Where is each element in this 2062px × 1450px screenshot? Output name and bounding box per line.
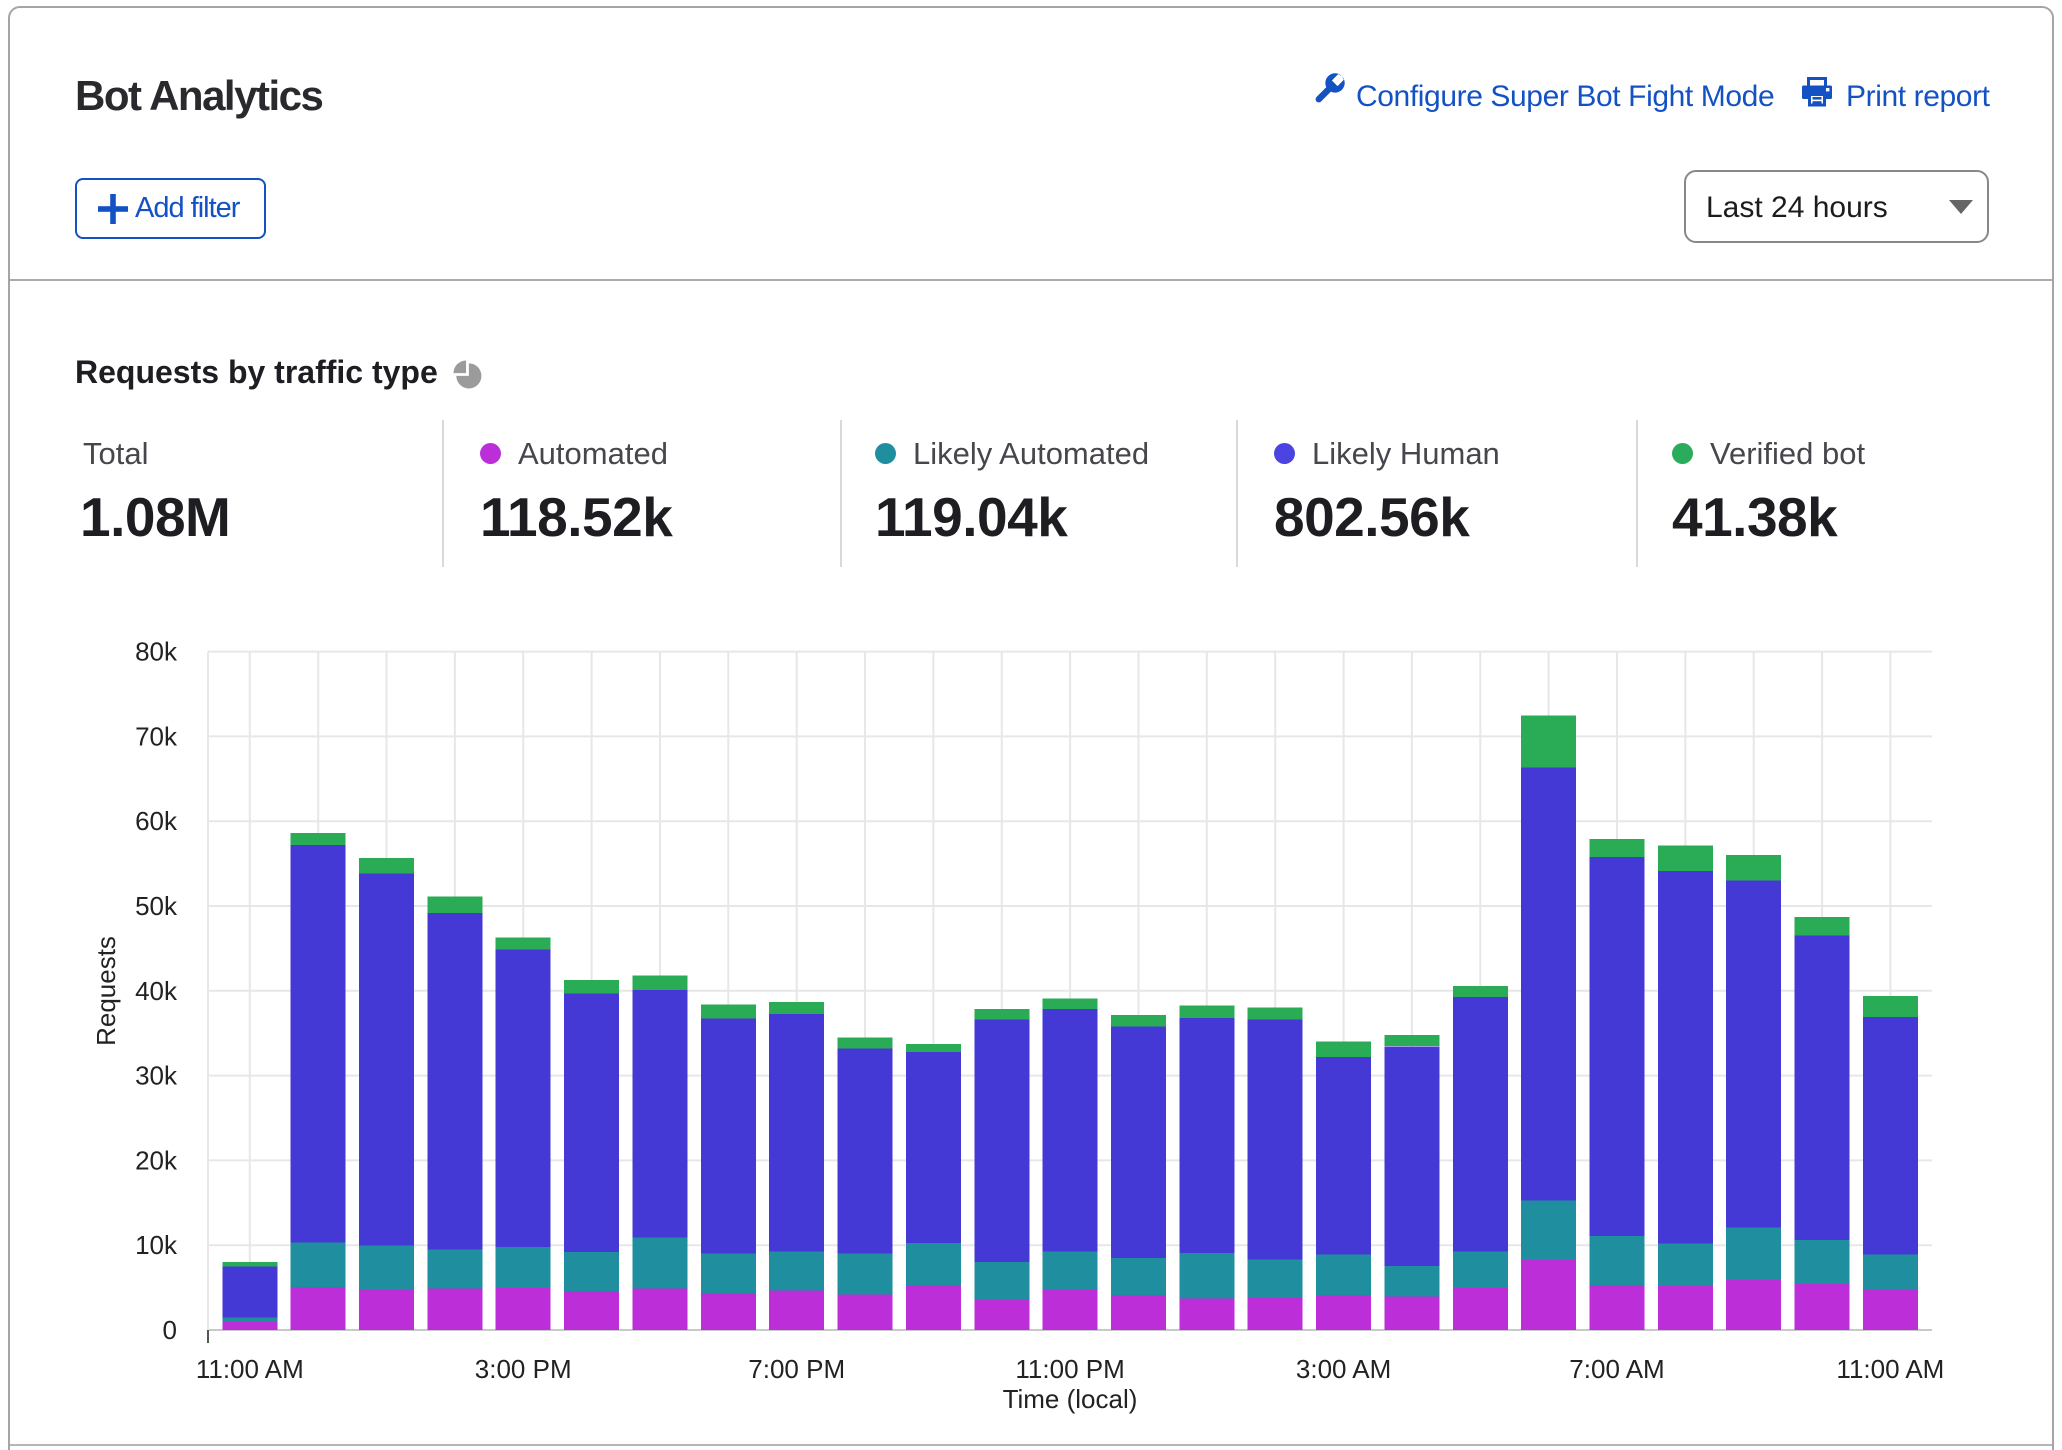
svg-text:3:00 AM: 3:00 AM bbox=[1296, 1354, 1391, 1384]
svg-text:3:00 PM: 3:00 PM bbox=[475, 1354, 572, 1384]
svg-text:11:00 PM: 11:00 PM bbox=[1015, 1354, 1124, 1384]
svg-text:50k: 50k bbox=[135, 891, 178, 921]
svg-text:80k: 80k bbox=[135, 637, 178, 667]
svg-text:Requests: Requests bbox=[91, 936, 121, 1046]
svg-text:10k: 10k bbox=[135, 1230, 178, 1260]
svg-text:7:00 AM: 7:00 AM bbox=[1569, 1354, 1664, 1384]
svg-text:20k: 20k bbox=[135, 1145, 178, 1175]
svg-text:0: 0 bbox=[163, 1315, 177, 1345]
svg-text:11:00 AM: 11:00 AM bbox=[196, 1354, 304, 1384]
svg-text:60k: 60k bbox=[135, 806, 178, 836]
svg-text:11:00 AM: 11:00 AM bbox=[1836, 1354, 1944, 1384]
svg-text:7:00 PM: 7:00 PM bbox=[748, 1354, 845, 1384]
svg-text:30k: 30k bbox=[135, 1061, 178, 1091]
svg-text:70k: 70k bbox=[135, 721, 178, 751]
svg-text:40k: 40k bbox=[135, 976, 178, 1006]
svg-text:Time (local): Time (local) bbox=[1003, 1384, 1138, 1414]
